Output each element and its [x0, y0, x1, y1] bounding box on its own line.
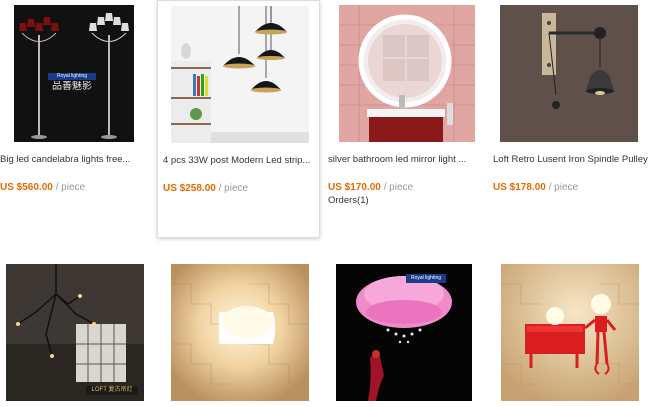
product-title[interactable]: Big led candelabra lights free... [0, 154, 150, 165]
price-amount: US $560.00 [0, 182, 53, 193]
product-image[interactable] [171, 264, 309, 401]
image-caption: LOFT 复古吊灯 [91, 387, 133, 393]
product-card[interactable]: LOFT 复古吊灯 [0, 258, 155, 407]
price-amount: US $170.00 [328, 182, 381, 193]
product-title[interactable]: silver bathroom led mirror light ... [328, 154, 483, 165]
price-unit: / piece [545, 182, 579, 193]
product-card[interactable]: silver bathroom led mirror light ... US … [325, 0, 485, 235]
price-unit: / piece [215, 183, 249, 194]
price-amount: US $178.00 [493, 182, 546, 193]
product-card[interactable]: 4 pcs 33W post Modern Led strip... US $2… [157, 0, 320, 238]
product-card[interactable]: Royal lighting [325, 258, 485, 407]
robot-wall-lamp-image [501, 264, 639, 401]
product-price: US $258.00 / piece [163, 183, 248, 194]
price-unit: / piece [52, 182, 86, 193]
product-title[interactable]: Loft Retro Lusent Iron Spindle Pulley... [493, 154, 648, 165]
product-price: US $170.00 / piece [328, 182, 413, 193]
product-card[interactable]: Royal lighting 品善魅影 Big led candelabra l… [0, 0, 155, 235]
product-price: US $178.00 / piece [493, 182, 578, 193]
mirror-light-image [339, 5, 475, 142]
pulley-lamp-image [500, 5, 638, 142]
product-title[interactable]: 4 pcs 33W post Modern Led strip... [163, 155, 318, 166]
product-image[interactable]: Royal lighting 品善魅影 [14, 5, 134, 142]
product-card[interactable] [160, 258, 320, 407]
product-card[interactable] [490, 258, 650, 407]
product-image[interactable] [339, 5, 475, 142]
image-tag: Royal lighting [56, 73, 88, 79]
image-tag: Royal lighting [410, 275, 442, 281]
orders-count[interactable]: Orders(1) [328, 195, 369, 206]
pendant-lights-image [171, 6, 309, 143]
image-overlay-text: 品善魅影 [52, 81, 92, 92]
product-card[interactable]: Loft Retro Lusent Iron Spindle Pulley...… [490, 0, 650, 235]
product-image[interactable] [171, 6, 309, 143]
feather-chandelier-image [336, 264, 472, 401]
price-amount: US $258.00 [163, 183, 216, 194]
product-price: US $560.00 / piece [0, 182, 85, 193]
loft-chandelier-image [6, 264, 144, 401]
product-image[interactable] [501, 264, 639, 401]
product-image[interactable] [500, 5, 638, 142]
wall-sconce-image [171, 264, 309, 401]
product-image[interactable]: LOFT 复古吊灯 [6, 264, 144, 401]
product-image[interactable]: Royal lighting [336, 264, 472, 401]
price-unit: / piece [380, 182, 414, 193]
